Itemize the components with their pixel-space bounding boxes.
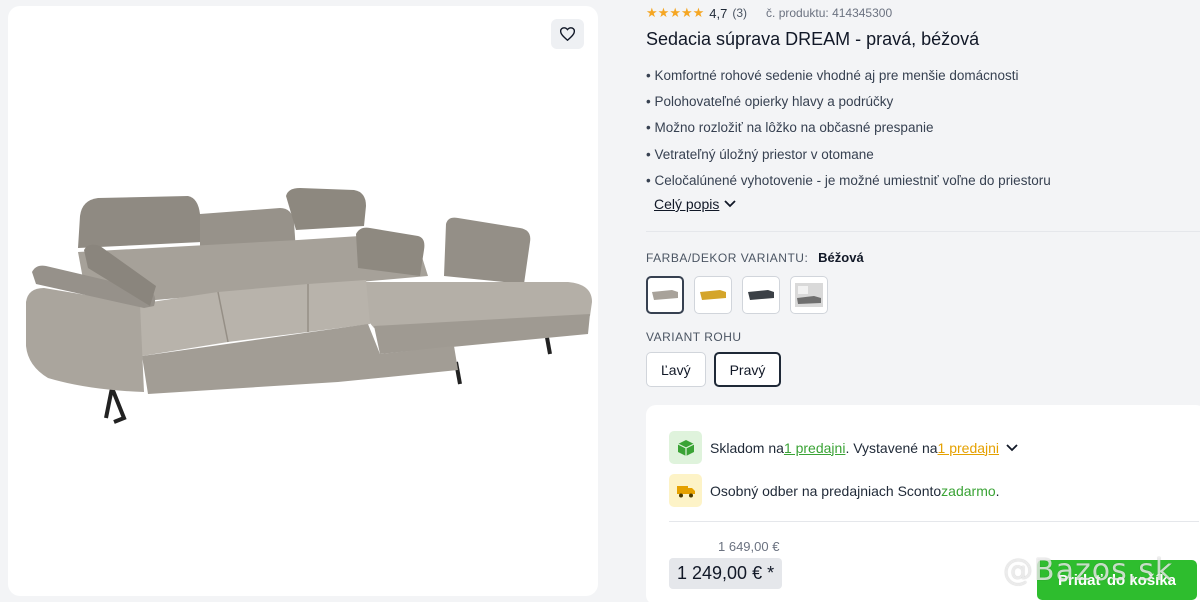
sofa-thumb-icon xyxy=(652,290,678,300)
pickup-prefix: Osobný odber na predajniach Sconto xyxy=(710,482,942,499)
stock-availability: Skladom na 1 predajni . Vystavené na 1 p… xyxy=(669,431,1019,464)
feature-item: Možno rozložiť na lôžko na občasné presp… xyxy=(646,115,1200,141)
chevron-down-icon[interactable] xyxy=(1005,443,1019,453)
sofa-thumb-icon xyxy=(700,290,726,300)
sofa-thumb-icon xyxy=(748,290,774,300)
sofa-product-image xyxy=(26,188,592,424)
product-title: Sedacia súprava DREAM - pravá, béžová xyxy=(646,29,980,49)
rating-row: ★ ★ ★ ★ ★ 4,7 (3) č. produktu: 414345300 xyxy=(646,5,892,21)
pickup-suffix: . xyxy=(995,482,1000,499)
full-description-link[interactable]: Celý popis xyxy=(654,196,737,212)
corner-variant-options: Ľavý Pravý xyxy=(646,352,782,387)
swatch-room[interactable] xyxy=(790,276,828,314)
feature-item: Komfortné rohové sedenie vhodné aj pre m… xyxy=(646,63,1200,89)
corner-left-button[interactable]: Ľavý xyxy=(646,352,706,387)
star-icon: ★ xyxy=(669,5,681,20)
pickup-info: Osobný odber na predajniach Sconto zadar… xyxy=(669,474,1000,507)
color-variant-label: FARBA/DEKOR VARIANTU: xyxy=(646,251,809,265)
feature-list: Komfortné rohové sedenie vhodné aj pre m… xyxy=(646,63,1200,194)
swatch-yellow[interactable] xyxy=(694,276,732,314)
color-variant-value: Béžová xyxy=(818,250,864,265)
star-icon: ★ xyxy=(692,5,705,20)
old-price: 1 649,00 € xyxy=(718,539,780,554)
corner-right-button[interactable]: Pravý xyxy=(713,352,782,387)
divider xyxy=(669,521,1199,522)
product-code: č. produktu: 414345300 xyxy=(766,6,893,20)
full-description-label: Celý popis xyxy=(654,196,720,212)
star-icon: ★ xyxy=(657,5,670,20)
rating-value: 4,7 xyxy=(709,5,728,21)
wishlist-button[interactable] xyxy=(551,19,584,49)
room-thumb-icon xyxy=(795,283,823,307)
rating-stars: ★ ★ ★ ★ ★ xyxy=(646,5,705,21)
feature-item: Celočalúnené vyhotovenie - je možné umie… xyxy=(646,168,1200,194)
display-prefix: . Vystavené na xyxy=(845,439,938,456)
display-store-link[interactable]: 1 predajni xyxy=(938,440,1000,456)
star-icon: ★ xyxy=(646,5,658,20)
corner-variant-label: VARIANT ROHU xyxy=(646,330,742,344)
chevron-down-icon xyxy=(724,200,737,208)
color-variant-heading: FARBA/DEKOR VARIANTU: Béžová xyxy=(646,250,864,265)
add-to-cart-button[interactable]: Pridať do košíka xyxy=(1037,560,1197,600)
current-price: 1 249,00 € * xyxy=(669,558,783,589)
truck-icon xyxy=(669,474,702,507)
swatch-beige[interactable] xyxy=(646,276,684,314)
rating-count[interactable]: (3) xyxy=(732,6,747,20)
color-swatches xyxy=(646,276,828,314)
feature-item: Polohovateľné opierky hlavy a podrúčky xyxy=(646,89,1200,115)
pickup-free: zadarmo xyxy=(941,482,996,499)
stock-prefix: Skladom na xyxy=(710,439,784,456)
divider xyxy=(646,231,1200,232)
box-icon xyxy=(669,431,702,464)
heart-icon xyxy=(560,27,575,41)
star-icon: ★ xyxy=(680,5,693,20)
product-image-card xyxy=(8,6,598,596)
stock-store-link[interactable]: 1 predajni xyxy=(784,440,846,456)
feature-item: Vetrateľný úložný priestor v otomane xyxy=(646,142,1200,168)
swatch-dark[interactable] xyxy=(742,276,780,314)
